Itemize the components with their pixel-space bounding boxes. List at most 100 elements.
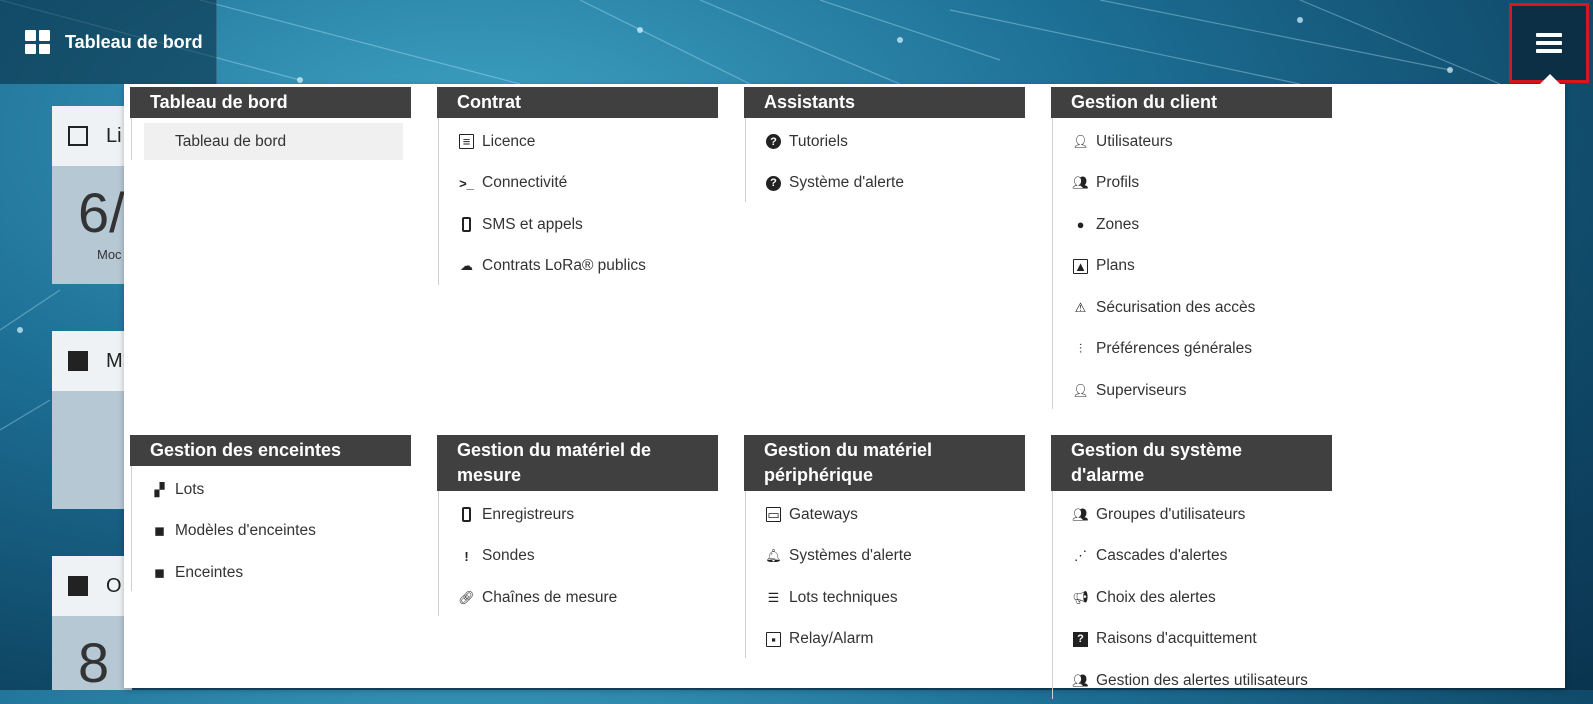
lots-icon	[68, 576, 88, 596]
menu-item-label: Enregistreurs	[482, 505, 575, 523]
section-title: Gestion du système d'alarme	[1051, 435, 1332, 491]
menu-item-gestion-alertes-utilisateurs[interactable]: 👥︎ Gestion des alertes utilisateurs	[1053, 662, 1332, 699]
dashboard-icon	[153, 135, 167, 149]
section-title: Contrat	[437, 87, 718, 118]
menu-item-systemes-alerte[interactable]: 🔔︎ Systèmes d'alerte	[746, 538, 1025, 575]
card-label: M	[106, 349, 123, 372]
enclosure-icon: ◼	[154, 564, 165, 580]
menu-item-label: Modèles d'enceintes	[175, 522, 316, 539]
hamburger-icon	[1536, 29, 1562, 57]
menu-item-label: Relay/Alarm	[789, 630, 874, 647]
section-title: Gestion du matériel de mesure	[437, 435, 718, 491]
section-title: Gestion du client	[1051, 87, 1332, 118]
menu-item-tableau-de-bord[interactable]: Tableau de bord	[144, 123, 403, 160]
menu-item-preferences-generales[interactable]: ⫶ Préférences générales	[1053, 331, 1332, 368]
menu-item-label: Gateways	[789, 505, 858, 523]
menu-item-zones[interactable]: ● Zones	[1053, 206, 1332, 243]
menu-item-cascades-alertes[interactable]: ⋰ Cascades d'alertes	[1053, 538, 1332, 575]
menu-item-contrats-lora[interactable]: ☁ Contrats LoRa® publics	[439, 248, 718, 285]
menu-item-gateways[interactable]: ▭ Gateways	[746, 496, 1025, 533]
menu-section-assistants: Assistants ? Tutoriels ? Système d'alerte	[744, 87, 1025, 206]
menu-item-enregistreurs[interactable]: Enregistreurs	[439, 496, 718, 533]
menu-toggle-button[interactable]	[1509, 3, 1589, 83]
cascade-icon: ⋰	[1074, 548, 1087, 563]
users-icon: 👥︎	[1072, 175, 1089, 190]
gateway-icon: ▭	[766, 506, 781, 522]
menu-item-label: Cascades d'alertes	[1096, 547, 1228, 564]
summary-card-3[interactable]: O 8	[52, 556, 132, 694]
terminal-icon: >_	[459, 175, 474, 191]
enclosure-icon	[68, 351, 88, 371]
menu-item-label: Préférences générales	[1096, 340, 1252, 357]
menu-item-label: Plans	[1096, 257, 1135, 274]
menu-item-sondes[interactable]: ! Sondes	[439, 538, 718, 575]
summary-card-2[interactable]: M	[52, 331, 132, 509]
menu-item-label: Utilisateurs	[1096, 132, 1173, 150]
phone-icon	[462, 217, 471, 232]
menu-item-label: SMS et appels	[482, 215, 583, 233]
menu-item-chaines-mesure[interactable]: 🔗︎ Chaînes de mesure	[439, 579, 718, 616]
menu-item-profils[interactable]: 👥︎ Profils	[1053, 165, 1332, 202]
dashboard-icon	[25, 30, 50, 54]
menu-caret	[1540, 74, 1560, 84]
summary-card-1[interactable]: Li 6/ Moc	[52, 106, 132, 284]
menu-section-dashboard: Tableau de bord Tableau de bord	[130, 87, 411, 165]
top-bar: Tableau de bord	[0, 0, 1593, 84]
list-icon: ☰	[767, 589, 780, 605]
users-icon: 👥︎	[1072, 506, 1089, 522]
menu-item-label: Sondes	[482, 547, 535, 564]
menu-item-label: Systèmes d'alerte	[789, 547, 912, 564]
section-title: Assistants	[744, 87, 1025, 118]
menu-item-enceintes[interactable]: ◼ Enceintes	[132, 554, 411, 591]
menu-section-contrat: Contrat ≡ Licence >_ Connectivité SMS et a…	[437, 87, 718, 289]
menu-item-utilisateurs[interactable]: 👤︎ Utilisateurs	[1053, 123, 1332, 160]
menu-item-groupes-utilisateurs[interactable]: 👥︎ Groupes d'utilisateurs	[1053, 496, 1332, 533]
recorder-icon	[462, 507, 471, 522]
menu-section-systeme-alarme: Gestion du système d'alarme 👥︎ Groupes d'…	[1051, 435, 1332, 704]
menu-item-lots-techniques[interactable]: ☰ Lots techniques	[746, 579, 1025, 616]
menu-item-licence[interactable]: ≡ Licence	[439, 123, 718, 160]
section-title: Tableau de bord	[130, 87, 411, 118]
menu-item-label: Connectivité	[482, 174, 568, 191]
menu-item-label: Sécurisation des accès	[1096, 298, 1256, 316]
menu-section-enceintes: Gestion des enceintes ▞ Lots ◼ Modèles d'e…	[130, 435, 411, 596]
menu-item-connectivite[interactable]: >_ Connectivité	[439, 165, 718, 202]
bell-icon: 🔔︎	[765, 548, 782, 563]
menu-item-label: Zones	[1096, 215, 1140, 233]
menu-item-label: Lots	[175, 480, 205, 498]
menu-item-sms-appels[interactable]: SMS et appels	[439, 206, 718, 243]
dashboard-link[interactable]: Tableau de bord	[0, 0, 217, 84]
relay-icon: ▪	[766, 631, 781, 647]
menu-item-label: Choix des alertes	[1096, 588, 1216, 606]
page-title: Tableau de bord	[65, 31, 203, 52]
user-icon: 👤︎	[1072, 133, 1089, 149]
menu-item-label: Enceintes	[175, 563, 244, 581]
section-title: Gestion du matériel périphérique	[744, 435, 1025, 491]
warning-icon: ⚠	[1074, 299, 1087, 315]
list-icon	[68, 126, 88, 146]
link-icon: 🔗︎	[458, 589, 475, 605]
menu-item-label: Système d'alerte	[789, 174, 904, 191]
menu-item-modeles-enceintes[interactable]: ◼ Modèles d'enceintes	[132, 513, 411, 550]
main-menu-panel: Tableau de bord Tableau de bord Contrat …	[124, 74, 1565, 699]
menu-item-plans[interactable]: ▲ Plans	[1053, 248, 1332, 285]
menu-item-choix-alertes[interactable]: 📢︎ Choix des alertes	[1053, 579, 1332, 616]
menu-item-label: Superviseurs	[1096, 381, 1187, 399]
menu-item-lots[interactable]: ▞ Lots	[132, 471, 411, 508]
menu-item-label: Raisons d'acquittement	[1096, 630, 1257, 647]
menu-item-relay-alarm[interactable]: ▪ Relay/Alarm	[746, 621, 1025, 658]
cloud-upload-icon: ☁	[460, 258, 473, 273]
menu-item-systeme-alerte[interactable]: ? Système d'alerte	[746, 165, 1025, 202]
menu-item-label: Contrats LoRa® publics	[482, 257, 646, 274]
menu-item-label: Groupes d'utilisateurs	[1096, 505, 1246, 523]
bullhorn-icon: 📢︎	[1072, 589, 1089, 605]
menu-item-securisation-acces[interactable]: ⚠ Sécurisation des accès	[1053, 289, 1332, 326]
menu-item-tutoriels[interactable]: ? Tutoriels	[746, 123, 1025, 160]
menu-item-superviseurs[interactable]: 👤︎ Superviseurs	[1053, 372, 1332, 409]
sliders-icon: ⫶	[1078, 341, 1083, 356]
map-marker-icon: ●	[1076, 217, 1085, 232]
enclosure-icon: ◼	[154, 523, 165, 538]
menu-item-label: Tableau de bord	[175, 132, 287, 150]
card-label: Li	[106, 124, 122, 147]
menu-item-raisons-acquittement[interactable]: ? Raisons d'acquittement	[1053, 621, 1332, 658]
